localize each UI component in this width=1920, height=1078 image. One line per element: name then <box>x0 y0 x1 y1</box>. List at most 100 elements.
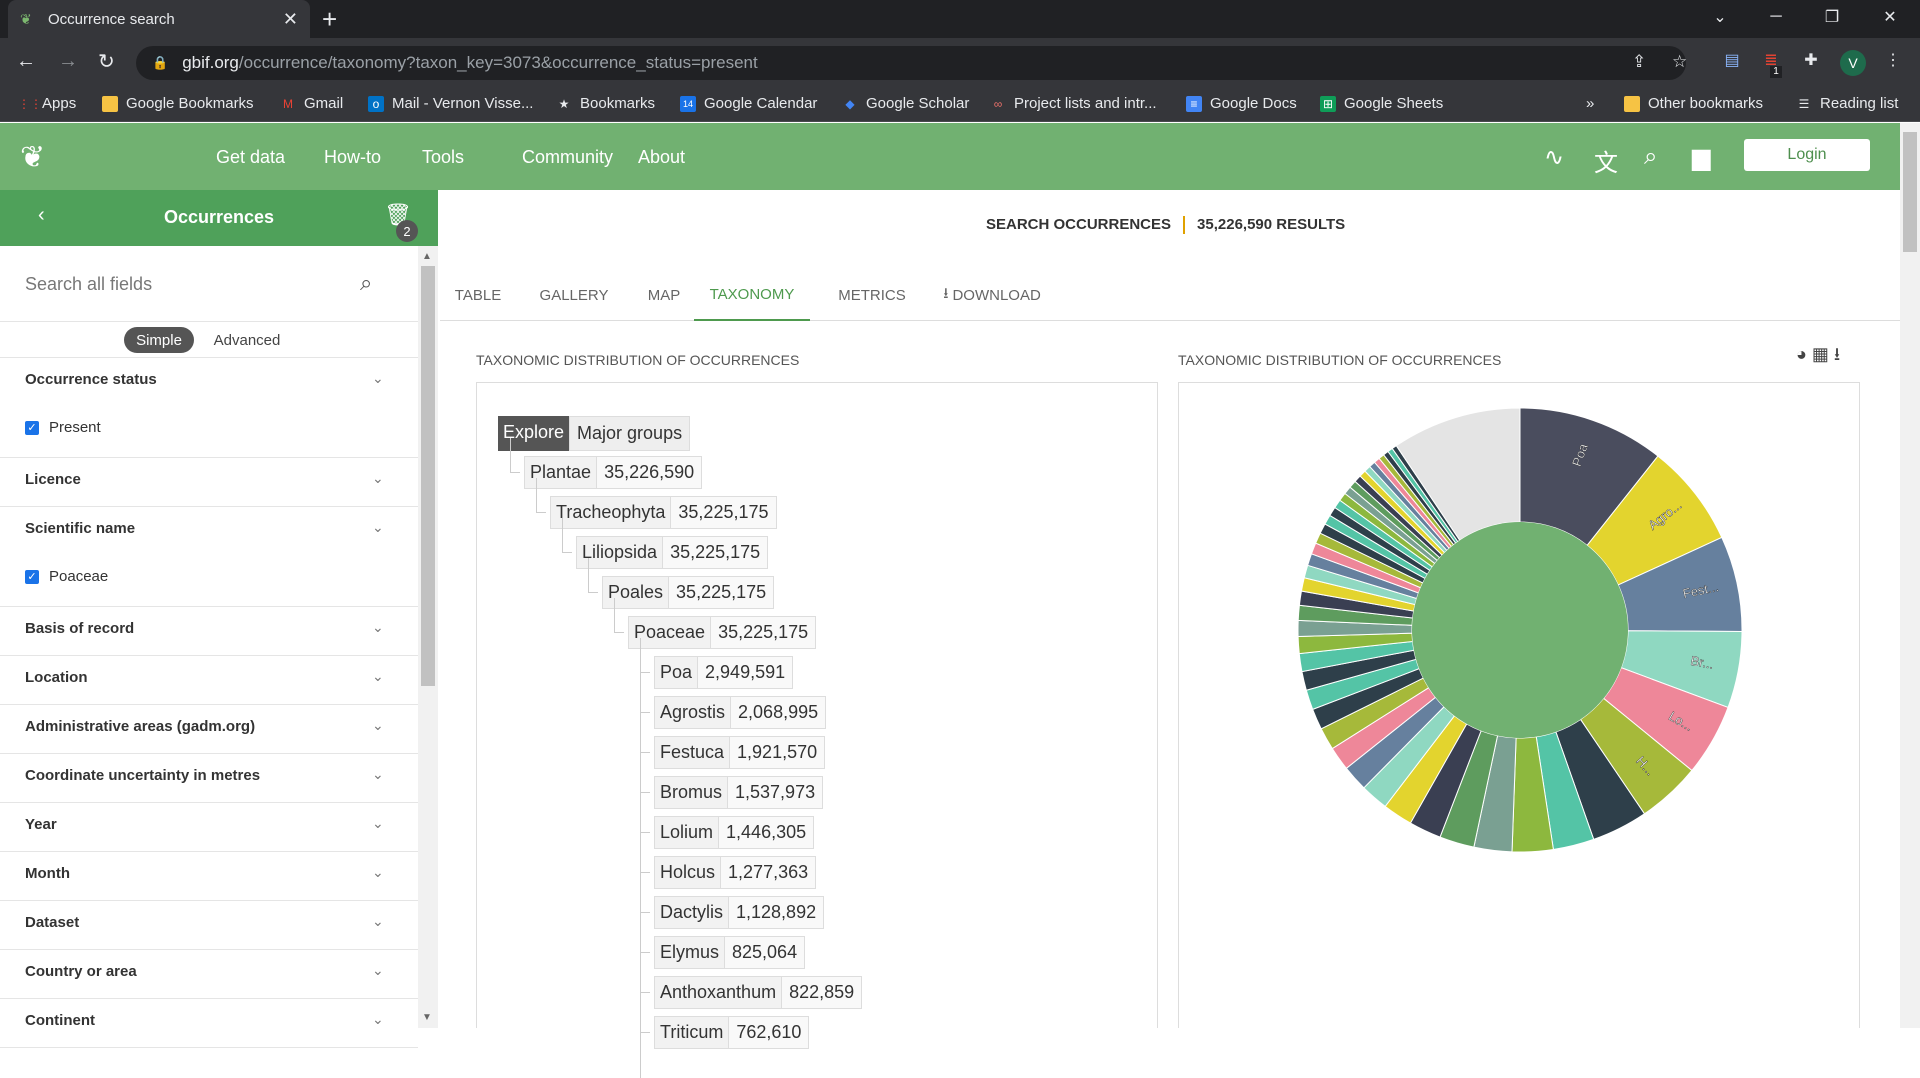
taxon-name[interactable]: Dactylis <box>654 896 730 929</box>
taxon-name[interactable]: Festuca <box>654 736 731 769</box>
chevron-down-icon[interactable]: ⌄ <box>372 864 384 881</box>
chevron-down-icon[interactable]: ⌄ <box>372 470 384 487</box>
chevron-down-icon[interactable]: ⌄ <box>372 815 384 832</box>
profile-avatar[interactable]: V <box>1840 50 1866 76</box>
taxon-name[interactable]: Triticum <box>654 1016 730 1049</box>
taxon-name[interactable]: Agrostis <box>654 696 732 729</box>
facet-administrative-areas-gadm-org[interactable]: Administrative areas (gadm.org) ⌄ <box>0 705 418 754</box>
facet-location[interactable]: Location ⌄ <box>0 656 418 705</box>
close-window-icon[interactable]: ✕ <box>1862 0 1918 34</box>
chevron-down-icon[interactable]: ⌄ <box>372 913 384 930</box>
nav-get-data[interactable]: Get data <box>216 147 285 168</box>
checkbox-checked-icon[interactable]: ✓ <box>25 569 39 584</box>
facet-scientific-name[interactable]: Scientific name ⌄ ✓ Poaceae <box>0 507 418 607</box>
facet-dataset[interactable]: Dataset ⌄ <box>0 901 418 950</box>
search-all-fields[interactable]: Search all fields ⌕ <box>0 246 418 322</box>
page-scrollbar[interactable] <box>1900 123 1920 1028</box>
facet-coordinate-uncertainty-in-metres[interactable]: Coordinate uncertainty in metres ⌄ <box>0 754 418 803</box>
browser-menu-icon[interactable]: ⋮ <box>1882 50 1904 72</box>
tab-taxonomy[interactable]: TAXONOMY <box>694 270 810 321</box>
mode-simple-button[interactable]: Simple <box>124 327 194 353</box>
extensions-puzzle-icon[interactable]: ✚ <box>1800 50 1822 72</box>
tab-table[interactable]: TABLE <box>440 270 516 321</box>
reading-list[interactable]: ☰ Reading list <box>1796 95 1899 112</box>
bookmark-docs[interactable]: ≡ Google Docs <box>1186 95 1297 112</box>
tab-map[interactable]: MAP <box>630 270 698 321</box>
facet-licence[interactable]: Licence ⌄ <box>0 458 418 507</box>
bookmark-mail[interactable]: o Mail - Vernon Visse... <box>368 95 533 112</box>
tree-node[interactable]: Triticum 762,610 <box>654 1016 810 1049</box>
major-groups-button[interactable]: Major groups <box>569 416 691 451</box>
tree-node[interactable]: Holcus 1,277,363 <box>654 856 817 889</box>
taxon-name[interactable]: Anthoxanthum <box>654 976 783 1009</box>
facet-month[interactable]: Month ⌄ <box>0 852 418 901</box>
taxon-name[interactable]: Holcus <box>654 856 722 889</box>
facet-country-or-area[interactable]: Country or area ⌄ <box>0 950 418 999</box>
facet-occurrence-status[interactable]: Occurrence status ⌄ ✓ Present <box>0 358 418 458</box>
taxon-name[interactable]: Plantae <box>524 456 598 489</box>
tree-node[interactable]: Plantae 35,226,590 <box>524 456 703 489</box>
facet-option[interactable]: ✓ Poaceae <box>25 568 108 585</box>
taxon-name[interactable]: Elymus <box>654 936 726 969</box>
feedback-chat-icon[interactable]: ▆ <box>1692 143 1710 172</box>
search-icon[interactable]: ⌕ <box>1644 143 1657 171</box>
treemap-view-icon[interactable]: ▦ <box>1812 344 1829 364</box>
browser-tab[interactable]: ❦ Occurrence search ✕ <box>8 0 310 38</box>
tree-node[interactable]: Festuca 1,921,570 <box>654 736 826 769</box>
chevron-down-icon[interactable]: ⌄ <box>372 370 384 387</box>
tree-node[interactable]: Dactylis 1,128,892 <box>654 896 825 929</box>
chevron-down-icon[interactable]: ⌄ <box>372 717 384 734</box>
tree-node[interactable]: Elymus 825,064 <box>654 936 806 969</box>
bookmark-calendar[interactable]: 14 Google Calendar <box>680 95 817 112</box>
sunburst-view-icon[interactable]: ◕ <box>1796 344 1807 364</box>
facet-continent[interactable]: Continent ⌄ <box>0 999 418 1048</box>
chevron-down-icon[interactable]: ⌄ <box>372 1011 384 1028</box>
new-tab-icon[interactable]: + <box>322 4 337 35</box>
tree-node[interactable]: Poa 2,949,591 <box>654 656 794 689</box>
page-scrollbar-thumb[interactable] <box>1903 132 1917 252</box>
facet-basis-of-record[interactable]: Basis of record ⌄ <box>0 607 418 656</box>
reload-icon[interactable]: ↻ <box>98 49 115 74</box>
bookmark-bookmarks[interactable]: ★ Bookmarks <box>556 95 655 112</box>
tree-node[interactable]: Liliopsida 35,225,175 <box>576 536 769 569</box>
tab-download[interactable]: ⭳ DOWNLOAD <box>932 270 1052 321</box>
nav-about[interactable]: About <box>638 147 685 168</box>
bookmark-sheets[interactable]: ⊞ Google Sheets <box>1320 95 1443 112</box>
tree-node[interactable]: Bromus 1,537,973 <box>654 776 824 809</box>
bookmark-project-lists[interactable]: ∞ Project lists and intr... <box>990 95 1157 112</box>
restore-icon[interactable]: ❐ <box>1804 0 1860 34</box>
facet-option[interactable]: ✓ Present <box>25 419 101 436</box>
scroll-down-arrow-icon[interactable]: ▼ <box>422 1012 432 1023</box>
tree-node[interactable]: Poaceae 35,225,175 <box>628 616 817 649</box>
taxon-name[interactable]: Lolium <box>654 816 720 849</box>
chevron-down-icon[interactable]: ⌄ <box>372 619 384 636</box>
nav-how-to[interactable]: How-to <box>324 147 381 168</box>
download-chart-icon[interactable]: ⭳ <box>1834 344 1840 364</box>
chevron-down-icon[interactable]: ⌄ <box>372 519 384 536</box>
health-pulse-icon[interactable]: ∿ <box>1544 143 1564 172</box>
tree-node[interactable]: Tracheophyta 35,225,175 <box>550 496 777 529</box>
tree-node[interactable]: Anthoxanthum 822,859 <box>654 976 863 1009</box>
bookmark-apps[interactable]: ⋮⋮ Apps <box>18 95 76 112</box>
bookmark-scholar[interactable]: ◆ Google Scholar <box>842 95 969 112</box>
bookmark-gmail[interactable]: M Gmail <box>280 95 343 112</box>
tree-node[interactable]: Agrostis 2,068,995 <box>654 696 827 729</box>
nav-tools[interactable]: Tools <box>422 147 464 168</box>
bookmark-other[interactable]: Other bookmarks <box>1624 95 1763 112</box>
taxon-name[interactable]: Tracheophyta <box>550 496 672 529</box>
chevron-down-icon[interactable]: ⌄ <box>372 668 384 685</box>
doc-extension-icon[interactable]: ▤ <box>1721 50 1743 72</box>
mode-advanced-button[interactable]: Advanced <box>210 327 284 353</box>
sidebar-scrollbar-thumb[interactable] <box>421 266 435 686</box>
close-tab-icon[interactable]: ✕ <box>283 9 298 30</box>
translate-icon[interactable]: 文 <box>1594 143 1618 178</box>
address-bar[interactable]: 🔒 gbif.org/occurrence/taxonomy?taxon_key… <box>136 46 1686 80</box>
nav-community[interactable]: Community <box>522 147 613 168</box>
facet-year[interactable]: Year ⌄ <box>0 803 418 852</box>
more-bookmarks-icon[interactable]: » <box>1586 95 1594 112</box>
sunburst-center[interactable] <box>1412 522 1628 738</box>
taxon-name[interactable]: Bromus <box>654 776 729 809</box>
login-button[interactable]: Login <box>1744 139 1870 171</box>
tab-metrics[interactable]: METRICS <box>820 270 924 321</box>
chevron-down-icon[interactable]: ⌄ <box>372 962 384 979</box>
